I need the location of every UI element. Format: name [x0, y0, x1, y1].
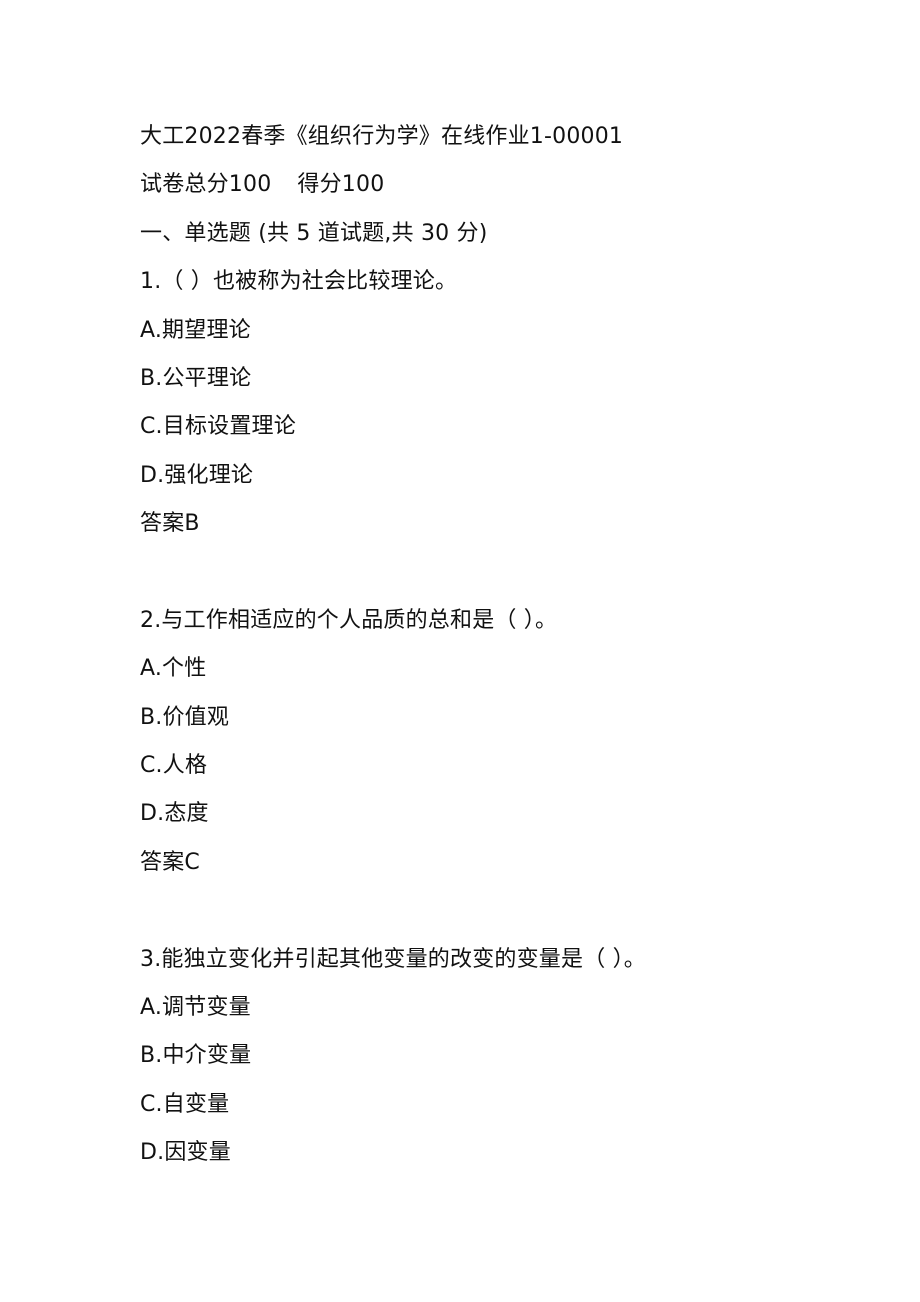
document-page: 大工2022春季《组织行为学》在线作业1-00001 试卷总分100 得分100 …	[140, 113, 860, 1178]
answer: 答案B	[140, 511, 200, 537]
answer: 答案C	[140, 849, 200, 875]
option-a: A.个性	[140, 656, 207, 682]
option-c: C.自变量	[140, 1091, 230, 1117]
question-2: 2.与工作相适应的个人品质的总和是（ ）。 A.个性 B.价值观 C.人格 D.…	[140, 597, 860, 887]
earned-score: 得分100	[297, 172, 385, 198]
option-a: A.期望理论	[140, 317, 251, 343]
option-a: A.调节变量	[140, 995, 251, 1021]
option-b: B.公平理论	[140, 365, 252, 391]
section-heading: 一、单选题 (共 5 道试题,共 30 分)	[140, 220, 488, 246]
option-d: D.态度	[140, 801, 209, 827]
score-line: 试卷总分100 得分100	[140, 161, 860, 209]
question-stem: 1.（ ）也被称为社会比较理论。	[140, 269, 458, 295]
question-1: 1.（ ）也被称为社会比较理论。 A.期望理论 B.公平理论 C.目标设置理论 …	[140, 258, 860, 548]
option-d: D.强化理论	[140, 462, 254, 488]
option-c: C.人格	[140, 753, 208, 779]
option-c: C.目标设置理论	[140, 414, 296, 440]
total-score: 试卷总分100	[140, 172, 272, 198]
option-d: D.因变量	[140, 1140, 231, 1166]
option-b: B.中介变量	[140, 1043, 252, 1069]
document-title: 大工2022春季《组织行为学》在线作业1-00001	[140, 124, 624, 149]
question-stem: 2.与工作相适应的个人品质的总和是（ ）。	[140, 607, 558, 633]
question-3: 3.能独立变化并引起其他变量的改变的变量是（ ）。 A.调节变量 B.中介变量 …	[140, 936, 860, 1178]
question-stem: 3.能独立变化并引起其他变量的改变的变量是（ ）。	[140, 946, 646, 972]
option-b: B.价值观	[140, 704, 230, 730]
